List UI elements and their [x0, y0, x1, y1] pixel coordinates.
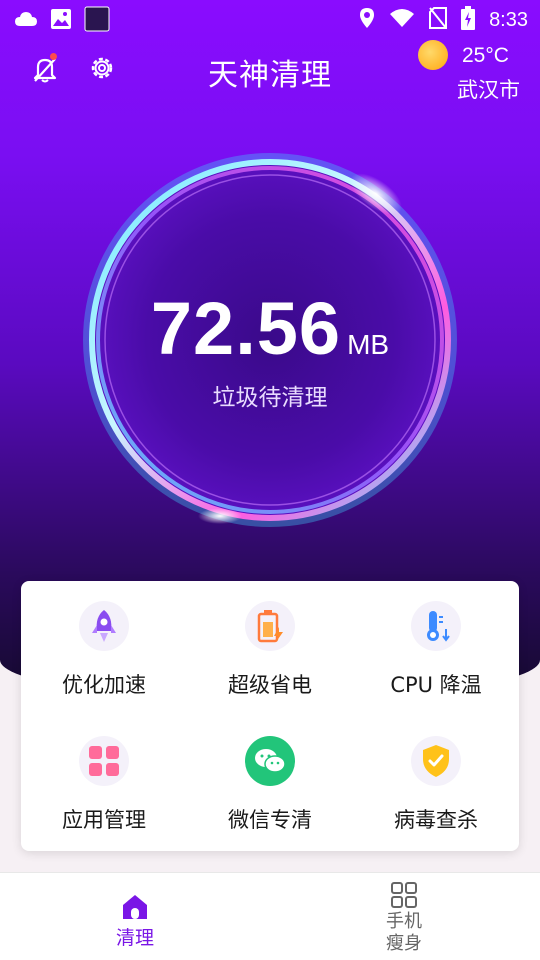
- rocket-icon: [79, 601, 129, 651]
- feature-wechat-clean[interactable]: 微信专清: [187, 716, 353, 836]
- thermometer-icon: [411, 601, 461, 651]
- battery-icon: [461, 6, 476, 34]
- tab-phone-slim-label: 手机 瘦身: [386, 911, 422, 954]
- weather-temperature: 25°C: [462, 44, 509, 67]
- feature-power-save[interactable]: 超级省电: [187, 581, 353, 701]
- shield-check-icon: [411, 736, 461, 786]
- status-time: 8:33: [489, 8, 528, 31]
- feature-optimize-speed[interactable]: 优化加速: [21, 581, 187, 701]
- cloud-icon: [14, 10, 38, 32]
- feature-label: 病毒查杀: [394, 808, 478, 832]
- location-icon: [359, 7, 375, 33]
- wifi-icon: [389, 8, 415, 32]
- feature-label: CPU 降温: [390, 673, 482, 697]
- battery-charge-icon: [245, 601, 295, 651]
- weather-widget[interactable]: 25°C 武汉市: [410, 40, 520, 102]
- feature-grid-card: 优化加速 超级省电 CPU 降温 应用管理 微信专清 病毒查杀: [21, 581, 519, 851]
- feature-cpu-cool[interactable]: CPU 降温: [353, 581, 519, 701]
- tab-phone-slim[interactable]: 手机 瘦身: [270, 873, 540, 960]
- grid-icon: [390, 881, 418, 909]
- junk-size-unit: MB: [347, 329, 390, 360]
- tab-clean[interactable]: 清理: [0, 873, 270, 960]
- app-square-icon: [84, 6, 110, 36]
- status-bar: 8:33: [0, 0, 540, 36]
- home-icon: [121, 893, 149, 921]
- feature-virus-scan[interactable]: 病毒查杀: [353, 716, 519, 836]
- clean-ring-button[interactable]: 72.56 MB 垃圾待清理: [78, 138, 462, 542]
- junk-size-value: 72.56: [150, 287, 342, 370]
- feature-app-manage[interactable]: 应用管理: [21, 716, 187, 836]
- bottom-tab-bar: 清理 手机 瘦身: [0, 872, 540, 960]
- no-sim-icon: [429, 7, 448, 33]
- tab-clean-label: 清理: [115, 927, 154, 949]
- image-icon: [50, 8, 72, 34]
- wechat-icon: [245, 736, 295, 786]
- junk-label: 垃圾待清理: [212, 385, 328, 411]
- weather-city: 武汉市: [457, 78, 520, 102]
- apps-grid-icon: [79, 736, 129, 786]
- top-bar: 天神清理 25°C 武汉市: [0, 40, 540, 104]
- feature-label: 超级省电: [228, 673, 312, 697]
- feature-label: 微信专清: [228, 808, 312, 832]
- feature-label: 优化加速: [62, 673, 146, 697]
- sun-icon: [418, 40, 448, 70]
- feature-label: 应用管理: [62, 808, 146, 832]
- junk-size-readout: 72.56 MB: [78, 286, 462, 371]
